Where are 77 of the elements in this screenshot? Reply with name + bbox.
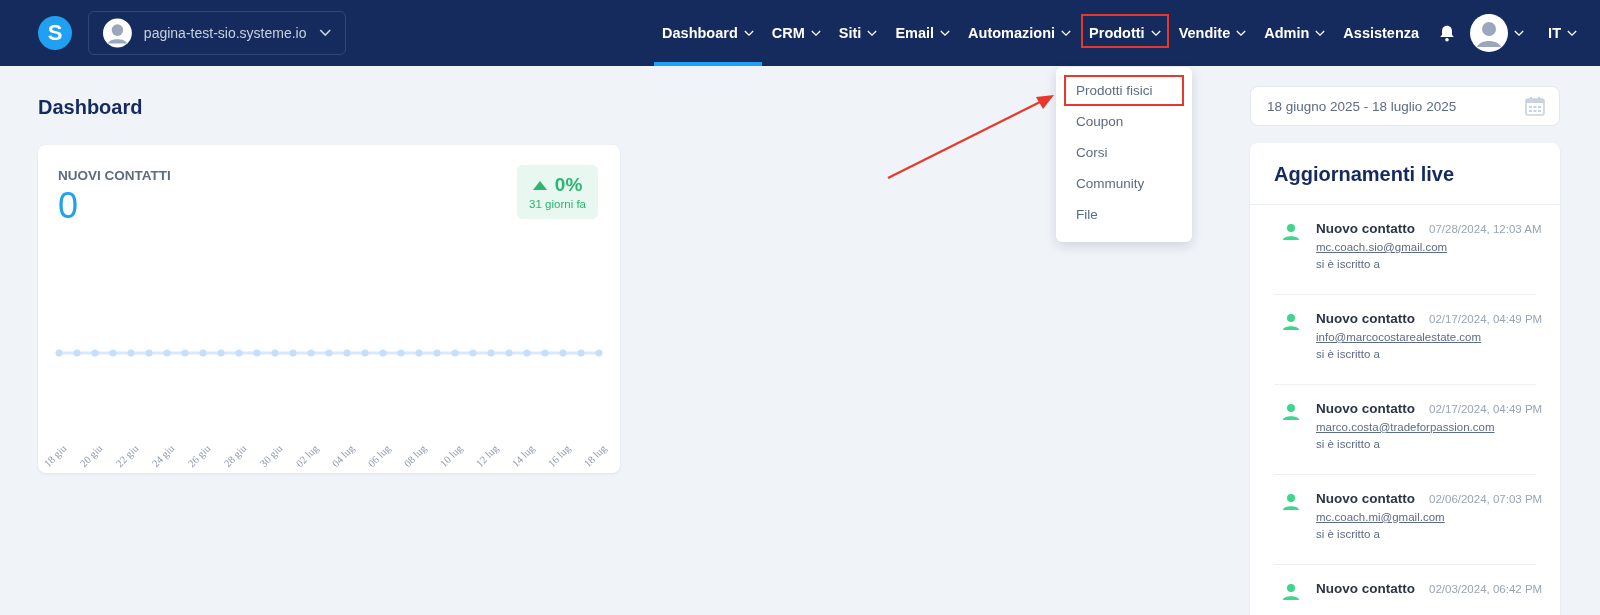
chevron-down-icon <box>1061 29 1072 37</box>
user-avatar[interactable] <box>1470 14 1509 52</box>
entry-title: Nuovo contatto <box>1316 491 1415 506</box>
page-title: Dashboard <box>38 96 144 119</box>
nav-menu-item[interactable]: Admin <box>1256 0 1334 66</box>
axis-label: 04 lug <box>329 442 357 470</box>
chevron-down-icon <box>940 29 951 37</box>
entry-title: Nuovo contatto <box>1316 311 1415 326</box>
chevron-down-icon[interactable] <box>1514 29 1525 37</box>
menu-item[interactable]: Prodotti fisici <box>1064 75 1184 106</box>
entry-time: 07/28/2024, 12:03 AM <box>1429 223 1542 235</box>
person-icon <box>1282 493 1300 511</box>
change-percent: 0% <box>554 174 583 196</box>
nav-menu-item[interactable]: Email <box>887 0 959 66</box>
axis-label: 12 lug <box>473 442 501 470</box>
calendar-icon <box>1525 96 1545 116</box>
card-title: Aggiornamenti live <box>1250 143 1560 205</box>
axis-label: 18 lug <box>581 442 609 470</box>
axis-label: 10 lug <box>437 442 465 470</box>
nav-menu-item[interactable]: CRM <box>763 0 829 66</box>
entry-time: 02/06/2024, 07:03 PM <box>1429 493 1543 505</box>
axis-label: 26 giu <box>185 442 213 470</box>
axis-label: 02 lug <box>293 442 321 470</box>
menu-item[interactable]: Corsi <box>1064 137 1184 168</box>
axis-label: 06 lug <box>365 442 393 470</box>
menu-item[interactable]: Coupon <box>1064 106 1184 137</box>
email-link[interactable]: mc.coach.sio@gmail.com <box>1316 241 1542 253</box>
chevron-down-icon <box>1567 29 1577 37</box>
chevron-down-icon <box>1315 29 1326 37</box>
person-icon <box>1282 403 1300 421</box>
entry-description: si è iscritto a <box>1316 438 1381 450</box>
axis-label: 08 lug <box>401 442 429 470</box>
person-icon <box>1282 313 1300 331</box>
entry-title: Nuovo contatto <box>1316 401 1415 416</box>
chevron-down-icon <box>810 29 821 37</box>
axis-label: 14 lug <box>509 442 537 470</box>
axis-label: 24 giu <box>149 442 177 470</box>
chevron-down-icon <box>318 29 331 37</box>
axis-label: 28 giu <box>221 442 249 470</box>
language-selector[interactable]: IT <box>1540 0 1585 66</box>
up-triangle-icon <box>532 180 547 190</box>
chevron-down-icon <box>867 29 878 37</box>
menu-item[interactable]: File <box>1064 199 1184 230</box>
change-period: 31 giorni fa <box>529 198 586 210</box>
email-link[interactable]: marco.costa@tradeforpassion.com <box>1316 421 1543 433</box>
email-link[interactable]: mc.coach.mi@gmail.com <box>1316 511 1543 523</box>
nav-menu-item[interactable]: Automazioni <box>960 0 1080 66</box>
entry-title: Nuovo contatto <box>1316 221 1415 236</box>
nav-menu-item[interactable]: Siti <box>830 0 886 66</box>
nav-menu-item[interactable]: Vendite <box>1170 0 1255 66</box>
contacts-count: 0 <box>58 185 80 227</box>
axis-label: 18 giu <box>44 442 69 470</box>
axis-label: 30 giu <box>257 442 285 470</box>
card-title: NUOVI CONTATTI <box>58 168 171 183</box>
avatar-icon <box>103 18 132 48</box>
entry-description: si è iscritto a <box>1316 528 1381 540</box>
menu-item[interactable]: Community <box>1064 168 1184 199</box>
axis-label: 20 giu <box>77 442 105 470</box>
entry-description: si è iscritto a <box>1316 258 1381 270</box>
chevron-down-icon <box>1150 29 1161 37</box>
workspace-selector[interactable]: pagina-test-sio.systeme.io <box>88 11 346 55</box>
date-range-field[interactable]: 18 giugno 2025 - 18 luglio 2025 <box>1250 86 1560 126</box>
nav-menu-item[interactable]: Prodotti <box>1081 0 1169 66</box>
nav-menu-item[interactable]: Dashboard <box>654 0 762 66</box>
person-icon <box>1282 583 1300 601</box>
axis-label: 22 giu <box>113 442 141 470</box>
chevron-down-icon <box>1236 29 1247 37</box>
email-link[interactable]: info@marcocostarealestate.com <box>1316 331 1543 343</box>
nav-menu-item[interactable]: Assistenza <box>1335 0 1428 66</box>
entry-title: Nuovo contatto <box>1316 581 1415 596</box>
entry-time: 02/17/2024, 04:49 PM <box>1429 313 1543 325</box>
person-icon <box>1282 223 1300 241</box>
entry-description: si è iscritto a <box>1316 348 1381 360</box>
chevron-down-icon <box>743 29 754 37</box>
entry-time: 02/03/2024, 06:42 PM <box>1429 583 1543 595</box>
axis-label: 16 lug <box>545 442 573 470</box>
entry-time: 02/17/2024, 04:49 PM <box>1429 403 1543 415</box>
